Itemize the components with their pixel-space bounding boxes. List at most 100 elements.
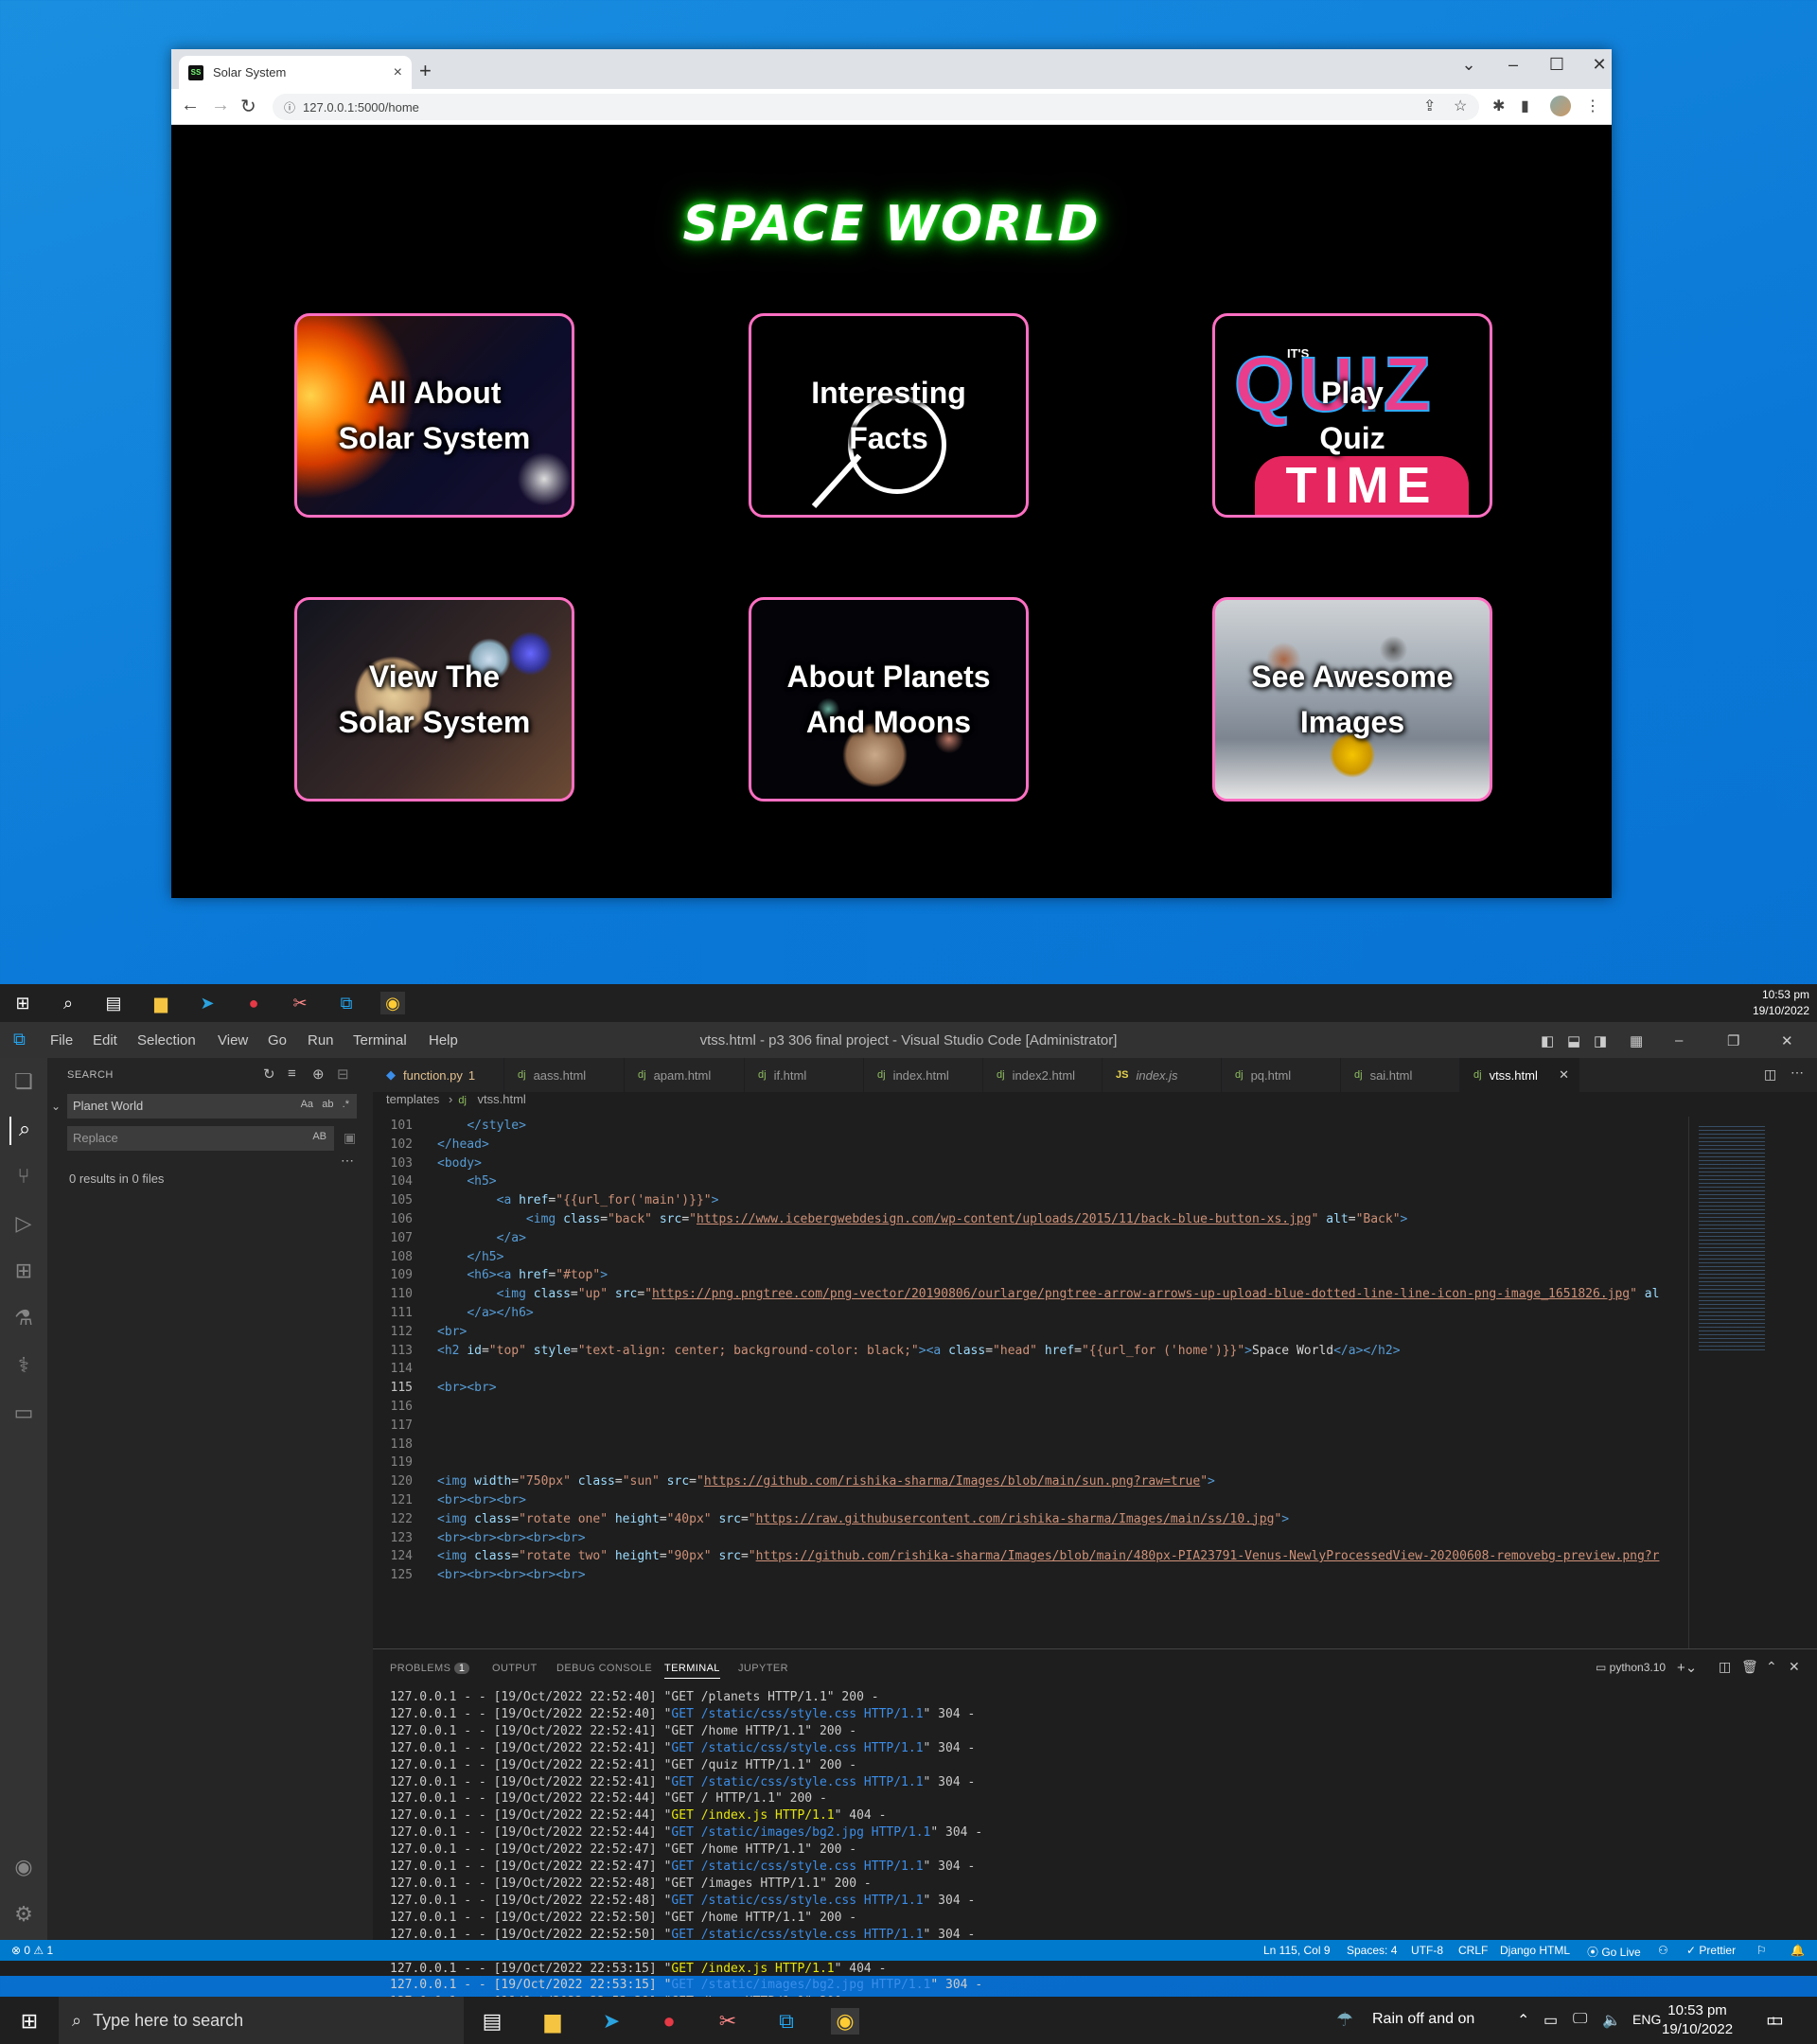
sidepanel-icon[interactable]: ▮ — [1521, 97, 1529, 115]
taskbar-clock[interactable]: 10:53 pm 19/10/2022 — [1753, 987, 1809, 1019]
taskbar-search[interactable]: ⌕ Type here to search — [59, 1997, 464, 2044]
language-mode[interactable]: Django HTML — [1500, 1944, 1570, 1957]
telegram-icon[interactable]: ➤ — [597, 2008, 626, 2035]
vscode-icon[interactable]: ⧉ — [772, 2008, 801, 2035]
tab-index2-html[interactable]: dj index2.html — [983, 1058, 1103, 1092]
customize-layout-icon[interactable]: ▦ — [1630, 1032, 1643, 1049]
share-icon[interactable]: ⇪ — [1423, 97, 1436, 115]
close-tab-icon[interactable]: × — [394, 64, 402, 81]
menu-selection[interactable]: Selection — [137, 1032, 196, 1048]
maximize-panel-icon[interactable]: ⌃ — [1766, 1659, 1777, 1675]
menu-go[interactable]: Go — [268, 1032, 287, 1048]
network-icon[interactable]: 🖵 — [1573, 2011, 1587, 2028]
forward-icon[interactable]: → — [211, 95, 230, 116]
menu-edit[interactable]: Edit — [93, 1032, 117, 1048]
breadcrumb-file[interactable]: vtss.html — [478, 1092, 526, 1106]
tab-function-py[interactable]: ◆ function.py 1 — [373, 1058, 504, 1092]
testing-icon[interactable]: ⚗ — [9, 1306, 38, 1334]
breadcrumb-folder[interactable]: templates — [386, 1092, 439, 1106]
minimize-icon[interactable]: – — [1499, 55, 1527, 75]
info-icon[interactable]: ⓘ — [284, 99, 295, 115]
new-search-editor-icon[interactable]: ⊕ — [312, 1066, 325, 1083]
menu-help[interactable]: Help — [429, 1032, 458, 1048]
account-icon[interactable]: ◉ — [9, 1855, 38, 1883]
replace-input[interactable]: Replace AB — [67, 1126, 334, 1151]
clear-results-icon[interactable]: ≡ — [288, 1066, 296, 1082]
collapse-all-icon[interactable]: ⊟ — [337, 1066, 349, 1083]
tab-apam-html[interactable]: dj apam.html — [625, 1058, 745, 1092]
tab-index-html[interactable]: dj index.html — [864, 1058, 983, 1092]
notifications-bell-icon[interactable]: 🔔 — [1791, 1944, 1805, 1957]
bookmark-star-icon[interactable]: ☆ — [1454, 97, 1467, 115]
close-tab-icon[interactable]: ✕ — [1559, 1067, 1569, 1083]
extensions-view-icon[interactable]: ⊞ — [9, 1259, 38, 1287]
close-window-icon[interactable]: ✕ — [1585, 55, 1614, 75]
live-share-icon[interactable]: ⚇ — [1658, 1944, 1668, 1957]
feedback-icon[interactable]: ⚐ — [1756, 1944, 1767, 1957]
toggle-sidebar-icon[interactable]: ◧ — [1541, 1032, 1554, 1049]
tab-if-html[interactable]: dj if.html — [745, 1058, 864, 1092]
menu-run[interactable]: Run — [308, 1032, 334, 1048]
indentation-status[interactable]: Spaces: 4 — [1347, 1944, 1397, 1957]
card-interesting-facts[interactable]: Interesting Facts — [749, 313, 1029, 518]
encoding-status[interactable]: UTF-8 — [1411, 1944, 1443, 1957]
search-input[interactable]: Planet World Aa ab .* — [67, 1094, 357, 1119]
split-editor-icon[interactable]: ◫ — [1764, 1066, 1776, 1083]
match-word-toggle[interactable]: ab — [322, 1099, 333, 1110]
card-awesome-images[interactable]: See Awesome Images — [1212, 597, 1492, 802]
weather-icon[interactable]: ☂ — [1336, 2008, 1353, 2032]
task-view-icon[interactable]: ▤ — [101, 992, 126, 1014]
source-control-icon[interactable]: ⑂ — [9, 1164, 38, 1192]
vs-restore-icon[interactable]: ❐ — [1727, 1032, 1739, 1049]
taskbar-clock[interactable]: 10:53 pm 19/10/2022 — [1662, 2001, 1733, 2039]
problems-status[interactable]: ⊗ 0 ⚠ 1 — [11, 1944, 53, 1957]
chrome-icon[interactable]: ◉ — [380, 992, 405, 1014]
editor-more-icon[interactable]: ⋯ — [1791, 1065, 1804, 1081]
vs-minimize-icon[interactable]: – — [1675, 1032, 1683, 1048]
match-case-toggle[interactable]: Aa — [301, 1099, 313, 1110]
panel-tab-debug-console[interactable]: DEBUG CONSOLE — [556, 1663, 652, 1674]
minimap[interactable] — [1688, 1117, 1798, 1648]
new-terminal-icon[interactable]: +⌄ — [1677, 1659, 1697, 1676]
search-icon[interactable]: ⌕ — [56, 992, 80, 1014]
card-all-about-solar-system[interactable]: All About Solar System — [294, 313, 574, 518]
telegram-icon[interactable]: ➤ — [195, 992, 220, 1014]
panel-tab-output[interactable]: OUTPUT — [492, 1663, 538, 1674]
card-planets-and-moons[interactable]: About Planets And Moons — [749, 597, 1029, 802]
tab-search-icon[interactable]: ⌄ — [1455, 55, 1483, 75]
language-indicator[interactable]: ENG — [1632, 2012, 1661, 2027]
run-debug-icon[interactable]: ▷ — [9, 1211, 38, 1240]
explorer-icon[interactable]: ❏ — [9, 1069, 38, 1098]
code-editor[interactable]: 101 </style> 102 </head> 103 <body> 104 <h… — [373, 1117, 1688, 1648]
media-player-icon[interactable]: ● — [241, 992, 266, 1014]
vs-close-icon[interactable]: ✕ — [1781, 1032, 1793, 1049]
toggle-secondary-sidebar-icon[interactable]: ◨ — [1594, 1032, 1607, 1049]
terminal-output[interactable]: 127.0.0.1 - - [19/Oct/2022 22:52:40] "GE… — [390, 1689, 982, 2044]
weather-text[interactable]: Rain off and on — [1372, 2011, 1474, 2028]
cursor-position[interactable]: Ln 115, Col 9 — [1263, 1944, 1331, 1957]
eol-status[interactable]: CRLF — [1458, 1944, 1488, 1957]
search-view-icon[interactable]: ⌕ — [9, 1117, 38, 1145]
vscode-icon[interactable]: ⧉ — [334, 992, 359, 1014]
regex-toggle[interactable]: .* — [343, 1099, 349, 1110]
menu-kebab-icon[interactable]: ⋮ — [1585, 97, 1600, 115]
go-live-button[interactable]: ⦿ Go Live — [1587, 1944, 1641, 1960]
terminal-selector[interactable]: ▭ python3.10 — [1596, 1661, 1666, 1674]
manage-gear-icon[interactable]: ⚙ — [9, 1902, 38, 1930]
replace-all-icon[interactable]: ▣ — [344, 1130, 356, 1146]
toggle-replace-chevron-icon[interactable]: ⌄ — [51, 1100, 61, 1113]
more-options-icon[interactable]: ⋯ — [341, 1153, 354, 1169]
panel-tab-terminal[interactable]: TERMINAL — [664, 1663, 720, 1679]
extensions-icon[interactable]: ✱ — [1492, 97, 1505, 115]
refresh-icon[interactable]: ↻ — [263, 1066, 275, 1083]
panel-tab-problems[interactable]: PROBLEMS 1 — [390, 1663, 470, 1674]
python-icon[interactable]: ⚕ — [9, 1353, 38, 1382]
back-icon[interactable]: ← — [181, 95, 200, 116]
task-view-icon[interactable]: ▤ — [478, 2008, 506, 2035]
snipping-tool-icon[interactable]: ✂ — [714, 2008, 742, 2035]
file-explorer-icon[interactable]: ▆ — [538, 2008, 567, 2035]
profile-avatar[interactable] — [1550, 96, 1571, 116]
address-bar[interactable]: ⓘ 127.0.0.1:5000/home — [273, 94, 1479, 120]
toggle-panel-icon[interactable]: ⬓ — [1567, 1032, 1580, 1049]
close-panel-icon[interactable]: ✕ — [1789, 1659, 1800, 1675]
